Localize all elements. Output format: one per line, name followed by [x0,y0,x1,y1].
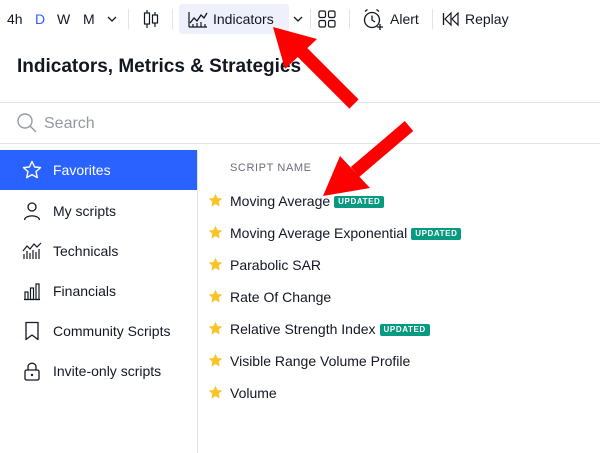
toolbar-divider [349,9,350,29]
updated-badge: UPDATED [334,196,385,208]
bar-chart-icon [24,283,40,301]
favorite-star-icon[interactable] [208,289,223,304]
alert-label[interactable]: Alert [390,0,419,38]
script-row[interactable]: Rate Of Change [198,281,600,313]
layout-grid-icon[interactable] [318,0,336,38]
sidebar-item-my-scripts[interactable]: My scripts [0,191,197,231]
sidebar-item-community-scripts[interactable]: Community Scripts [0,311,197,351]
sidebar-item-favorites[interactable]: Favorites [0,150,197,190]
script-row[interactable]: Visible Range Volume Profile [198,345,600,377]
script-row[interactable]: Moving Average Exponential UPDATED [198,217,600,249]
favorite-star-icon[interactable] [208,225,223,240]
interval-week[interactable]: W [57,0,70,38]
column-header-script-name: SCRIPT NAME [230,162,312,174]
interval-dropdown-icon[interactable] [106,0,118,38]
sidebar-item-label: Technicals [53,243,119,259]
top-toolbar: 4h D W M Indicators Alert Replay [0,0,600,38]
script-name: Moving Average Exponential [230,225,408,241]
favorite-star-icon[interactable] [208,321,223,336]
script-row[interactable]: Parabolic SAR [198,249,600,281]
user-icon [23,202,41,221]
sidebar-item-label: My scripts [53,203,116,219]
sidebar-item-invite-only-scripts[interactable]: Invite-only scripts [0,351,197,391]
title-divider [0,102,600,103]
sidebar-item-label: Favorites [53,162,111,178]
sidebar-item-label: Invite-only scripts [53,363,162,379]
indicators-chart-icon [188,12,208,28]
script-row[interactable]: Moving Average UPDATED [198,185,600,217]
search-input[interactable] [44,110,584,138]
script-row[interactable]: Volume [198,377,600,409]
sidebar-item-technicals[interactable]: Technicals [0,231,197,271]
indicators-label: Indicators [213,11,274,27]
script-row[interactable]: Relative Strength Index UPDATED [198,313,600,345]
replay-rewind-icon[interactable] [442,0,460,38]
toolbar-divider [310,9,311,29]
lock-icon [24,362,40,381]
sidebar-item-label: Community Scripts [53,323,171,339]
script-name: Visible Range Volume Profile [230,353,411,369]
favorite-star-icon[interactable] [208,257,223,272]
alert-clock-icon[interactable] [362,0,384,38]
indicators-dropdown-icon[interactable] [292,0,304,38]
star-outline-icon [22,160,42,179]
interval-day[interactable]: D [35,0,45,38]
interval-month[interactable]: M [83,0,95,38]
dialog-title: Indicators, Metrics & Strategies [17,56,302,77]
sidebar-item-financials[interactable]: Financials [0,271,197,311]
bookmark-icon [25,321,39,341]
script-name: Rate Of Change [230,289,332,305]
script-name: Volume [230,385,277,401]
script-name: Moving Average [230,193,331,209]
candles-icon[interactable] [142,0,160,38]
updated-badge: UPDATED [379,324,430,336]
search-divider [0,143,600,144]
script-name: Parabolic SAR [230,257,322,273]
script-name: Relative Strength Index [230,321,376,337]
updated-badge: UPDATED [411,228,462,240]
favorite-star-icon[interactable] [208,193,223,208]
sidebar-item-label: Financials [53,283,117,299]
interval-4h[interactable]: 4h [7,0,23,38]
search-icon [16,112,38,139]
toolbar-divider [128,9,129,29]
favorite-star-icon[interactable] [208,353,223,368]
toolbar-divider [432,9,433,29]
category-sidebar: Favorites My scripts Technicals Financia… [0,150,198,453]
technicals-chart-icon [22,242,42,259]
favorite-star-icon[interactable] [208,385,223,400]
toolbar-divider [172,9,173,29]
replay-label[interactable]: Replay [465,0,509,38]
indicators-button[interactable]: Indicators [179,4,289,34]
